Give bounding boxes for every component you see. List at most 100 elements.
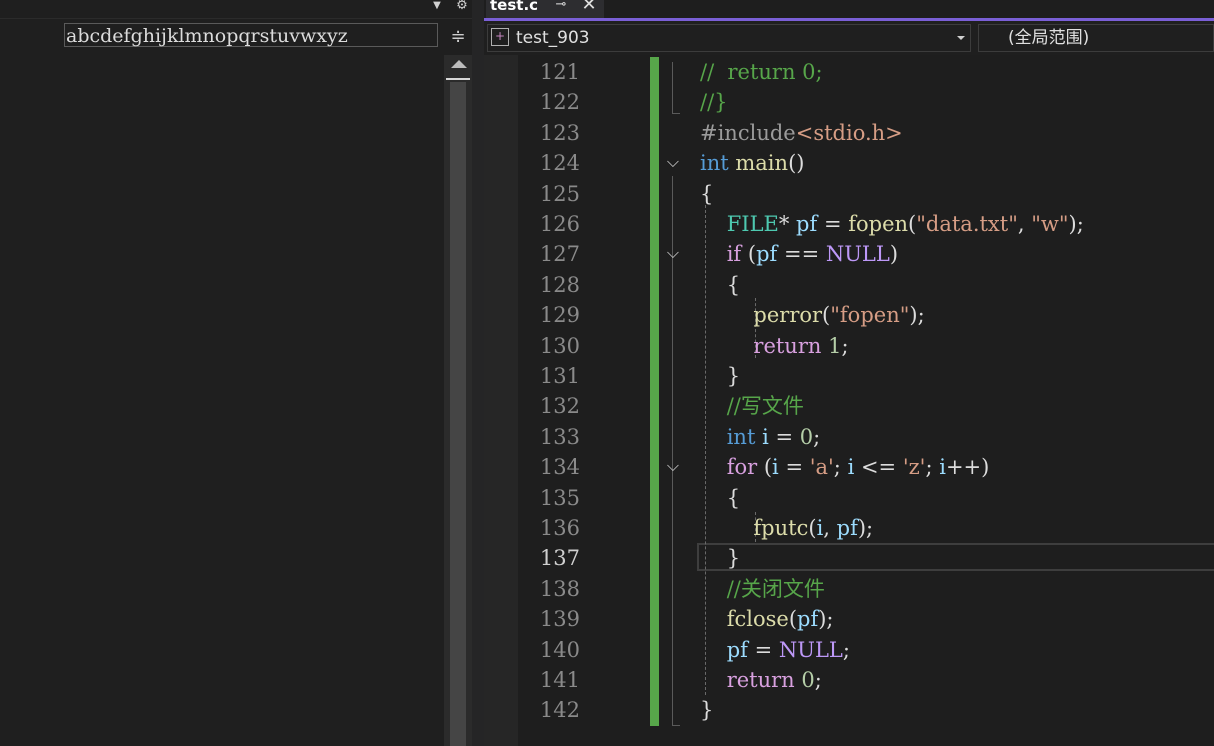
line-number[interactable]: 137 [520,543,580,573]
current-line-highlight [697,543,1214,571]
code-line[interactable]: for (i = 'a'; i <= 'z'; i++) [700,452,990,482]
code-token: ; [813,425,821,449]
fold-chevron-icon[interactable]: ⌵ [663,456,683,476]
code-token: <stdio.h> [795,121,903,145]
code-line[interactable]: fputc(i, pf); [700,513,873,543]
chevron-down-icon[interactable] [957,36,965,40]
scroll-up-arrow-icon[interactable] [451,60,467,68]
outline-guide-end [672,113,680,114]
line-number[interactable]: 133 [520,422,580,452]
line-number[interactable]: 131 [520,361,580,391]
code-token: ; [841,334,849,358]
line-number[interactable]: 139 [520,604,580,634]
code-line[interactable]: int main() [700,148,804,178]
code-token: NULL [825,242,890,266]
outline-guide-end [672,725,680,726]
code-token: } [700,546,741,570]
line-number[interactable]: 124 [520,148,580,178]
code-line[interactable]: { [700,483,740,513]
code-line[interactable]: // return 0; [700,57,823,87]
code-token: return [753,334,822,358]
line-number[interactable]: 130 [520,331,580,361]
code-token: ( [808,516,817,540]
project-icon: + [491,28,509,46]
code-line[interactable]: } [700,543,740,573]
pane-splitter[interactable] [472,0,484,746]
line-number[interactable]: 132 [520,391,580,421]
split-window-button[interactable]: ≑ [446,24,470,50]
code-line[interactable]: perror("fopen"); [700,300,925,330]
code-line[interactable]: } [700,361,740,391]
code-token: #include [700,121,796,145]
line-number[interactable]: 136 [520,513,580,543]
code-token: ); [818,607,834,631]
code-line[interactable]: { [700,270,740,300]
code-line[interactable]: FILE* pf = fopen("data.txt", "w"); [700,209,1084,239]
line-number[interactable]: 140 [520,635,580,665]
code-token: FILE [726,212,779,236]
code-token: ++) [945,455,990,479]
code-line[interactable]: } [700,695,713,725]
code-token: * [778,212,797,236]
line-number[interactable]: 125 [520,179,580,209]
code-line[interactable]: int i = 0; [700,422,821,452]
code-token: for [726,455,758,479]
line-number[interactable]: 121 [520,57,580,87]
code-token: 0 [799,425,814,449]
code-line[interactable]: return 1; [700,331,849,361]
code-token: ); [1068,212,1084,236]
line-number[interactable]: 126 [520,209,580,239]
tab-label: test.c [490,0,539,14]
code-token: ; [842,638,850,662]
code-token: i [762,425,769,449]
gear-icon[interactable]: ⚙ [454,0,470,13]
line-number[interactable]: 135 [520,483,580,513]
line-number[interactable]: 129 [520,300,580,330]
line-number[interactable]: 138 [520,574,580,604]
code-token: { [700,182,714,206]
code-token: } [700,698,714,722]
code-token: ); [909,303,925,327]
close-icon[interactable]: ✕ [580,0,598,14]
code-line[interactable]: return 0; [700,665,822,695]
line-number[interactable]: 127 [520,239,580,269]
code-line[interactable]: if (pf == NULL) [700,239,898,269]
code-token: pf [756,242,778,266]
line-number[interactable]: 123 [520,118,580,148]
code-token: pf [836,516,858,540]
code-token: = [817,212,849,236]
line-number[interactable]: 134 [520,452,580,482]
chevron-down-icon[interactable]: ▼ [430,0,444,12]
project-scope-label: test_903 [516,28,590,48]
line-number[interactable]: 122 [520,87,580,117]
code-line[interactable]: //写文件 [700,391,804,421]
line-number[interactable]: 141 [520,665,580,695]
line-number[interactable]: 128 [520,270,580,300]
code-line[interactable]: fclose(pf); [700,604,834,634]
fold-chevron-icon[interactable]: ⌵ [663,152,683,172]
fold-chevron-icon[interactable]: ⌵ [663,243,683,263]
code-token: perror [753,303,823,327]
code-line[interactable]: pf = NULL; [700,635,850,665]
code-token: //写文件 [726,394,804,418]
pin-icon[interactable]: ⊸ [553,0,569,13]
code-line[interactable]: { [700,179,713,209]
global-scope-label: (全局范围) [1008,28,1090,48]
scrollbar-thumb[interactable] [450,82,466,746]
code-line[interactable]: //} [700,87,728,117]
code-token: "fopen" [830,303,910,327]
line-number[interactable]: 142 [520,695,580,725]
code-line[interactable]: #include<stdio.h> [700,118,903,148]
code-line[interactable]: //关闭文件 [700,574,825,604]
editor-glyph-margin[interactable] [484,55,518,746]
code-token: ; [925,455,940,479]
code-token: fputc [753,516,809,540]
code-token: "data.txt" [916,212,1018,236]
code-token: , [823,516,837,540]
code-token: //关闭文件 [726,577,825,601]
output-text: abcdefghijklmnopqrstuvwxyz [66,25,348,47]
